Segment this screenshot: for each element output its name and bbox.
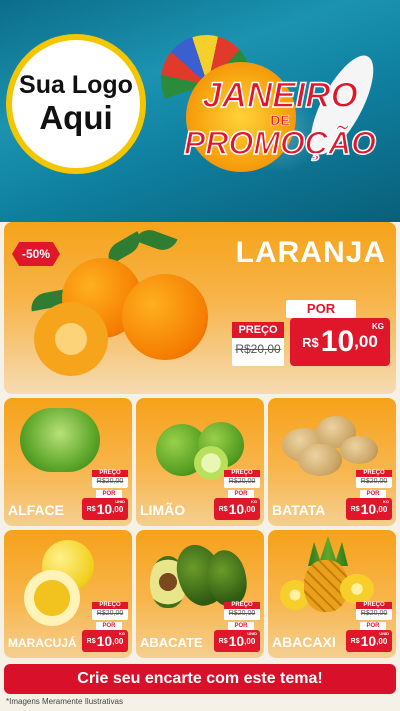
- passion-fruit-half-image: [24, 570, 80, 626]
- new-price-box: R$ 10,00 KG: [214, 498, 260, 520]
- promo-title-line-1: JANEIRO: [201, 76, 358, 115]
- price-decimal: ,00: [354, 332, 378, 351]
- currency: R$: [86, 637, 96, 645]
- product-name: MARACUJÁ: [8, 636, 77, 650]
- unit-label: KG: [251, 499, 257, 504]
- old-price: R$20,00: [235, 342, 281, 356]
- store-logo[interactable]: Sua Logo Aqui: [6, 34, 146, 174]
- lettuce-image: [20, 408, 100, 472]
- potato-image: [298, 444, 342, 476]
- header-banner: Sua Logo Aqui JANEIRO DE PROMOÇÃO: [0, 0, 400, 222]
- unit-label: KG: [372, 322, 384, 331]
- old-price-box: PREÇO R$20,00: [356, 470, 392, 488]
- product-card-batata[interactable]: PREÇO R$20,00 POR R$ 10,00 KG BATATA: [268, 398, 396, 526]
- preco-label: PREÇO: [356, 602, 392, 609]
- preco-label: PREÇO: [92, 470, 128, 477]
- create-flyer-button[interactable]: Crie seu encarte com este tema!: [4, 664, 396, 694]
- currency: R$: [218, 505, 228, 513]
- old-price-box: PREÇO R$20,00: [232, 322, 284, 366]
- new-price-box: R$ 10,00 KG: [346, 498, 392, 520]
- old-price-box: PREÇO R$20,00: [92, 470, 128, 488]
- product-name: ALFACE: [8, 502, 64, 518]
- price-integer: 10: [228, 501, 245, 517]
- price-integer: 10: [96, 501, 113, 517]
- por-label: POR: [360, 622, 386, 630]
- price-integer: 10: [360, 501, 377, 517]
- new-price-box: R$ 10,00 KG: [82, 630, 128, 652]
- logo-line-1: Sua Logo: [19, 71, 133, 100]
- old-price: R$20,00: [96, 610, 124, 617]
- old-price: R$20,00: [360, 478, 388, 485]
- product-card-abacate[interactable]: PREÇO R$20,00 POR R$ 10,00 UNID ABACATE: [136, 530, 264, 658]
- promo-title-line-3: PROMOÇÃO: [183, 125, 377, 161]
- por-label: POR: [96, 490, 122, 498]
- price-integer: 10: [360, 633, 377, 649]
- old-price: R$20,00: [228, 610, 256, 617]
- logo-line-2: Aqui: [39, 98, 113, 136]
- orange-half-image: [34, 302, 108, 376]
- price-integer: 10: [96, 633, 113, 649]
- pineapple-slice-image: [340, 574, 374, 604]
- currency: R$: [218, 637, 228, 645]
- product-name: ABACATE: [140, 635, 203, 650]
- new-price-box: R$ 10,00 UNID: [82, 498, 128, 520]
- price-integer: 10: [228, 633, 245, 649]
- old-price-box: PREÇO R$20,00: [356, 602, 392, 620]
- potato-image: [340, 436, 378, 464]
- por-label: POR: [228, 622, 254, 630]
- old-price: R$20,00: [228, 478, 256, 485]
- old-price-box: PREÇO R$20,00: [224, 602, 260, 620]
- product-card-alface[interactable]: PREÇO R$20,00 POR R$ 10,00 UNID ALFACE: [4, 398, 132, 526]
- lime-slice-image: [194, 446, 228, 480]
- disclaimer-text: *Imagens Meramente Ilustrativas: [6, 697, 123, 706]
- unit-label: KG: [119, 631, 125, 636]
- leaf-icon: [134, 225, 178, 255]
- price-decimal: ,00: [376, 504, 388, 514]
- new-price-box: R$ 10,00 UNID: [346, 630, 392, 652]
- por-label: POR: [96, 622, 122, 630]
- new-price-box: R$ 10,00 UNID: [214, 630, 260, 652]
- price-decimal: ,00: [244, 636, 256, 646]
- old-price: R$20,00: [360, 610, 388, 617]
- preco-label: PREÇO: [356, 470, 392, 477]
- product-card-maracuja[interactable]: PREÇO R$20,00 POR R$ 10,00 KG MARACUJÁ: [4, 530, 132, 658]
- unit-label: UNID: [379, 631, 389, 636]
- por-label: POR: [228, 490, 254, 498]
- preco-label: PREÇO: [92, 602, 128, 609]
- product-name: LIMÃO: [140, 502, 186, 518]
- old-price-box: PREÇO R$20,00: [224, 470, 260, 488]
- preco-label: PREÇO: [232, 322, 284, 338]
- currency: R$: [86, 505, 96, 513]
- discount-badge: -50%: [12, 242, 60, 266]
- price-decimal: ,00: [112, 636, 124, 646]
- hero-product-card[interactable]: -50% LARANJA POR PREÇO R$20,00 R$ 10 ,00…: [4, 222, 396, 394]
- product-card-limao[interactable]: PREÇO R$20,00 POR R$ 10,00 KG LIMÃO: [136, 398, 264, 526]
- por-label: POR: [360, 490, 386, 498]
- new-price-box: R$ 10 ,00 KG: [290, 318, 390, 366]
- product-name: ABACAXI: [272, 634, 336, 650]
- product-name: BATATA: [272, 502, 326, 518]
- promo-title: JANEIRO DE PROMOÇÃO: [160, 76, 400, 161]
- currency: R$: [350, 505, 360, 513]
- preco-label: PREÇO: [224, 470, 260, 477]
- currency: R$: [350, 637, 360, 645]
- currency: R$: [302, 334, 319, 350]
- price-integer: 10: [320, 325, 355, 358]
- hero-price-tag: POR PREÇO R$20,00 R$ 10 ,00 KG: [232, 300, 390, 368]
- price-decimal: ,00: [112, 504, 124, 514]
- price-decimal: ,00: [244, 504, 256, 514]
- unit-label: KG: [383, 499, 389, 504]
- old-price: R$20,00: [96, 478, 124, 485]
- hero-product-name: LARANJA: [235, 236, 386, 269]
- price-decimal: ,00: [376, 636, 388, 646]
- old-price-box: PREÇO R$20,00: [92, 602, 128, 620]
- unit-label: UNID: [115, 499, 125, 504]
- unit-label: UNID: [247, 631, 257, 636]
- por-label: POR: [286, 300, 356, 318]
- preco-label: PREÇO: [224, 602, 260, 609]
- product-card-abacaxi[interactable]: PREÇO R$20,00 POR R$ 10,00 UNID ABACAXI: [268, 530, 396, 658]
- orange-image: [122, 274, 208, 360]
